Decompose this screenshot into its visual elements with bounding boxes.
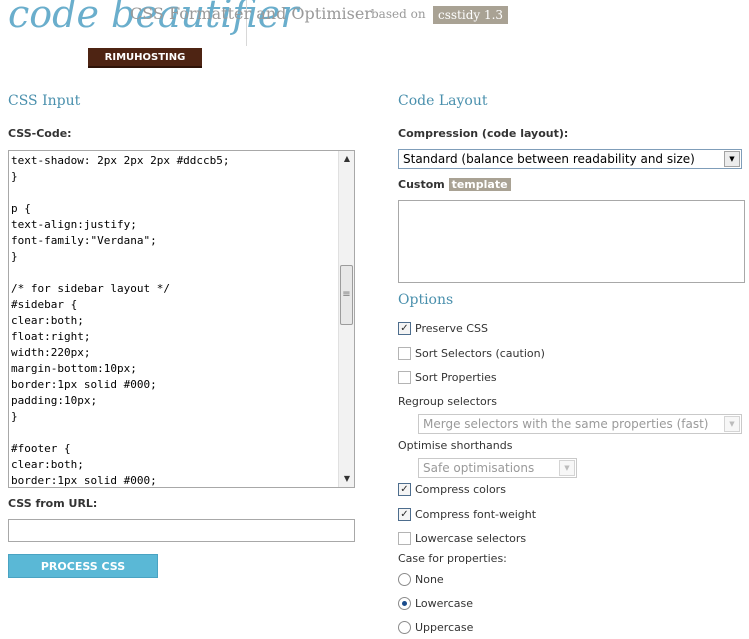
compress-font-weight-label: Compress font-weight [415, 507, 537, 521]
regroup-select[interactable]: Merge selectors with the same properties… [418, 414, 742, 434]
sort-properties-option[interactable]: Sort Properties [398, 369, 497, 385]
options-heading: Options [398, 292, 454, 308]
lowercase-selectors-checkbox[interactable] [398, 531, 411, 545]
case-properties-label: Case for properties: [398, 552, 507, 565]
compress-font-weight-option[interactable]: ✓ Compress font-weight [398, 506, 536, 522]
regroup-value: Merge selectors with the same properties… [423, 417, 709, 431]
based-on-text: based on [371, 7, 426, 21]
compress-colors-label: Compress colors [415, 482, 506, 496]
case-uppercase-option[interactable]: Uppercase [398, 619, 473, 635]
sort-selectors-option[interactable]: Sort Selectors (caution) [398, 345, 545, 361]
compress-font-weight-checkbox[interactable]: ✓ [398, 507, 411, 521]
compress-colors-option[interactable]: ✓ Compress colors [398, 481, 506, 497]
sponsor-logo[interactable]: RIMUHOSTING [88, 48, 202, 68]
case-none-label: None [415, 572, 444, 586]
case-lowercase-radio[interactable] [398, 596, 411, 610]
compression-label: Compression (code layout): [398, 127, 569, 140]
preserve-css-checkbox[interactable]: ✓ [398, 321, 411, 335]
code-scrollbar[interactable]: ▲ ≡ ▼ [338, 151, 354, 487]
compression-value: Standard (balance between readability an… [403, 152, 695, 166]
sort-properties-label: Sort Properties [415, 370, 497, 384]
css-code-label: CSS-Code: [8, 127, 72, 140]
regroup-label: Regroup selectors [398, 395, 498, 408]
preserve-css-label: Preserve CSS [415, 321, 488, 335]
scroll-thumb[interactable]: ≡ [340, 265, 353, 325]
lowercase-selectors-option[interactable]: Lowercase selectors [398, 530, 526, 546]
preserve-css-option[interactable]: ✓ Preserve CSS [398, 320, 488, 336]
case-lowercase-label: Lowercase [415, 596, 473, 610]
css-input-heading: CSS Input [8, 93, 81, 109]
page-tagline: CSS Formatter and Optimiser [130, 4, 372, 23]
code-layout-heading: Code Layout [398, 93, 488, 109]
case-lowercase-option[interactable]: Lowercase [398, 595, 473, 611]
chevron-down-icon[interactable]: ▼ [724, 151, 740, 167]
scroll-up-icon[interactable]: ▲ [339, 152, 354, 166]
compression-select[interactable]: Standard (balance between readability an… [398, 149, 742, 169]
template-badge: template [448, 178, 511, 191]
case-uppercase-label: Uppercase [415, 620, 474, 634]
case-none-radio[interactable] [398, 572, 411, 586]
custom-template-label: Custom template [398, 178, 511, 191]
csstidy-link[interactable]: csstidy 1.3 [433, 6, 509, 24]
sort-selectors-checkbox[interactable] [398, 346, 411, 360]
chevron-down-icon[interactable]: ▼ [724, 416, 740, 432]
scroll-down-icon[interactable]: ▼ [339, 472, 354, 486]
css-code-content[interactable]: text-shadow: 2px 2px 2px #ddccb5; } p { … [9, 151, 339, 487]
lowercase-selectors-label: Lowercase selectors [415, 531, 527, 545]
chevron-down-icon[interactable]: ▼ [559, 460, 575, 476]
sort-selectors-label: Sort Selectors (caution) [415, 346, 545, 360]
case-none-option[interactable]: None [398, 571, 444, 587]
css-code-textarea[interactable]: text-shadow: 2px 2px 2px #ddccb5; } p { … [8, 150, 355, 488]
custom-template-textarea[interactable] [398, 200, 745, 283]
sort-properties-checkbox[interactable] [398, 370, 411, 384]
shorthands-label: Optimise shorthands [398, 439, 513, 452]
css-url-input[interactable] [8, 519, 355, 542]
shorthands-select[interactable]: Safe optimisations ▼ [418, 458, 577, 478]
case-uppercase-radio[interactable] [398, 620, 411, 634]
process-css-button[interactable]: PROCESS CSS [8, 554, 158, 578]
compress-colors-checkbox[interactable]: ✓ [398, 482, 411, 496]
shorthands-value: Safe optimisations [423, 461, 535, 475]
css-url-label: CSS from URL: [8, 497, 98, 510]
custom-label: Custom [398, 178, 445, 191]
